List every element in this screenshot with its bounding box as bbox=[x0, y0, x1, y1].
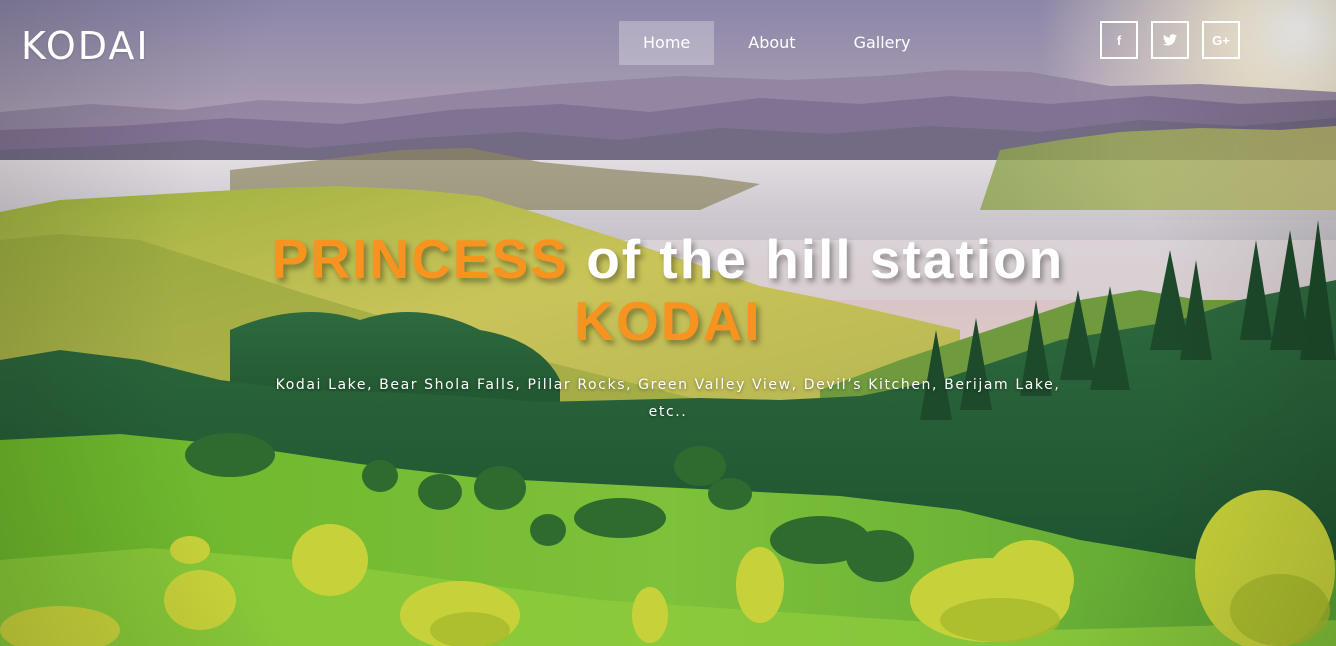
twitter-button[interactable] bbox=[1151, 21, 1189, 59]
nav-home-link[interactable]: Home bbox=[619, 21, 715, 65]
nav-gallery-link[interactable]: Gallery bbox=[830, 21, 935, 65]
google-plus-icon: G+ bbox=[1212, 32, 1230, 48]
hero-tagline: Kodai Lake, Bear Shola Falls, Pillar Roc… bbox=[275, 377, 1061, 420]
main-nav: Home About Gallery bbox=[619, 21, 945, 65]
google-plus-button[interactable]: G+ bbox=[1202, 21, 1240, 59]
nav-about-link[interactable]: About bbox=[724, 21, 819, 65]
facebook-icon: f bbox=[1116, 32, 1122, 48]
social-links: f G+ bbox=[1100, 21, 1253, 59]
hero-section: KODAI Home About Gallery f G+ PRINCESS o… bbox=[0, 0, 1336, 646]
twitter-icon bbox=[1163, 34, 1177, 46]
site-logo[interactable]: KODAI bbox=[21, 22, 150, 70]
headline-accent-kodai: KODAI bbox=[574, 290, 762, 352]
hero-headline: PRINCESS of the hill station KODAI bbox=[250, 228, 1086, 352]
headline-accent-princess: PRINCESS bbox=[271, 228, 569, 290]
headline-middle-text: of the hill station bbox=[586, 228, 1065, 290]
facebook-button[interactable]: f bbox=[1100, 21, 1138, 59]
